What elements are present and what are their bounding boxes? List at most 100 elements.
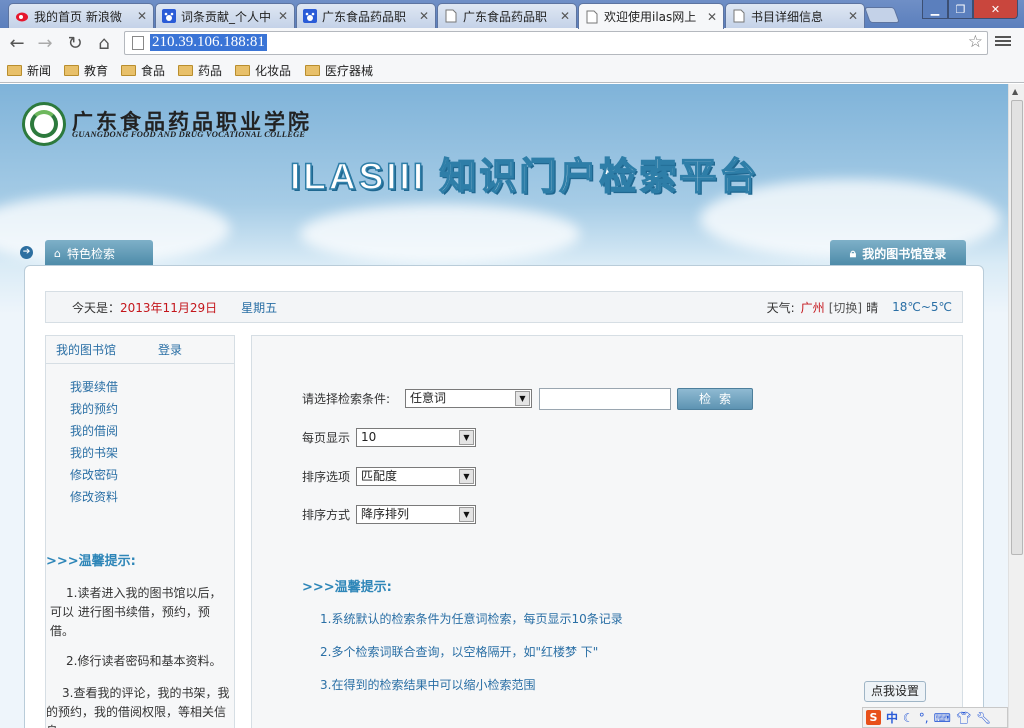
close-icon[interactable]: ✕ [278,9,288,23]
page-icon [444,9,458,23]
close-icon[interactable]: ✕ [707,10,717,24]
search-rule-3: 3.在得到的检索结果中可以缩小检索范围 [320,678,536,692]
folder-icon [64,65,79,76]
tab-college-2[interactable]: 广东食品药品职 ✕ [437,3,577,28]
dropdown-arrow-icon: ▼ [459,430,474,445]
page-icon [732,9,746,23]
bookmark-drugs[interactable]: 药品 [178,62,222,79]
search-input[interactable] [539,388,671,410]
tools-icon[interactable]: 🔧︎ [976,711,991,725]
moon-icon[interactable]: ☾ [903,711,914,725]
maximize-button[interactable]: ❐ [948,0,973,19]
sidebar-tips-title: >>>温馨提示: [46,554,136,569]
tab-special-search[interactable]: ⌂ 特色检索 [45,240,153,266]
reload-icon[interactable]: ↻ [62,28,88,58]
college-name-en: GUANGDONG FOOD AND DRUG VOCATIONAL COLLE… [72,129,306,139]
temperature: 18℃~5℃ [892,300,952,314]
sidebar-tip-2: 2.修行读者密码和基本资料。 [66,654,222,668]
tab-college-1[interactable]: 广东食品药品职 ✕ [296,3,436,28]
tab-book-detail[interactable]: 书目详细信息 ✕ [725,3,865,28]
bookmark-food[interactable]: 食品 [121,62,165,79]
weather-condition: 晴 [866,300,879,315]
link-edit-profile[interactable]: 修改资料 [70,488,118,505]
folder-icon [121,65,136,76]
tab-baike-contrib[interactable]: 词条贡献_个人中 ✕ [155,3,295,28]
tab-ilas-active[interactable]: 欢迎使用ilas网上 ✕ [578,3,724,29]
search-rule-2: 2.多个检索词联合查询，以空格隔开，如"红楼梦 下" [320,645,599,659]
sogou-icon[interactable]: S [866,710,881,725]
my-library-sidebar: 我的图书馆 登录 我要续借 我的预约 我的借阅 我的书架 修改密码 修改资料 >… [45,335,235,728]
close-icon[interactable]: ✕ [419,9,429,23]
keyboard-icon[interactable]: ⌨ [934,711,951,725]
page-viewport: 广东食品药品职业学院 GUANGDONG FOOD AND DRUG VOCAT… [0,84,1008,728]
page-scrollbar[interactable]: ▲ [1008,84,1024,728]
home-icon[interactable]: ⌂ [91,28,117,58]
bookmark-news[interactable]: 新闻 [7,62,51,79]
folder-icon [235,65,250,76]
star-icon[interactable]: ☆ [968,32,983,52]
page-icon [585,10,599,24]
home-icon: ⌂ [54,246,61,260]
arrow-circle-icon: ➔ [20,246,33,259]
link-reservations[interactable]: 我的预约 [70,400,118,417]
link-bookshelf[interactable]: 我的书架 [70,444,118,461]
order-label: 排序方式 [302,508,351,522]
new-tab-button[interactable] [864,7,900,23]
college-logo [22,102,66,146]
url-text[interactable]: 210.39.106.188:81 [150,34,267,51]
switch-city-link[interactable]: [切换] [829,299,862,316]
current-date: 2013年11月29日 [120,300,218,315]
weekday: 星期五 [241,300,278,315]
minimize-button[interactable]: ▁ [922,0,948,19]
close-icon[interactable]: ✕ [560,9,570,23]
ime-settings-button[interactable]: 点我设置 [864,681,926,702]
address-bar[interactable]: 210.39.106.188:81 ☆ [124,31,988,55]
weather-city: 广州 [800,300,825,315]
back-arrow-icon[interactable]: ← [4,28,30,58]
tab-title: 词条贡献_个人中 [181,9,272,24]
nav-row: ➔ ⌂ 特色检索 🔒︎ 我的图书馆登录 [0,240,1008,266]
bookmark-cosmetics[interactable]: 化妆品 [235,62,291,79]
close-window-button[interactable]: ✕ [973,0,1018,19]
search-rule-1: 1.系统默认的检索条件为任意词检索，每页显示10条记录 [320,612,623,626]
tab-weibo[interactable]: 我的首页 新浪微 ✕ [8,3,154,28]
link-change-password[interactable]: 修改密码 [70,466,118,483]
platform-title: ILASIII 知识门户检索平台 [289,155,760,198]
baidu-paw-icon [162,9,176,23]
order-select[interactable]: 降序排列 ▼ [356,505,476,524]
ime-mode[interactable]: 中 [886,709,898,726]
bookmark-medical-devices[interactable]: 医疗器械 [305,62,373,79]
link-renew[interactable]: 我要续借 [70,378,118,395]
sidebar-tip-3: 3.查看我的评论，我的书架，我的预约，我的借阅权限，等相关信息。 [46,686,230,728]
search-button[interactable]: 检索 [677,388,753,410]
sidebar-header: 我的图书馆 登录 [46,336,234,364]
forward-arrow-icon[interactable]: → [32,28,58,58]
scroll-up-icon[interactable]: ▲ [1012,87,1018,96]
sort-label: 排序选项 [302,470,351,484]
link-borrowed[interactable]: 我的借阅 [70,422,118,439]
bookmarks-bar: 新闻 教育 食品 药品 化妆品 医疗器械 [0,58,1024,83]
tab-title: 广东食品药品职 [463,9,548,24]
login-link[interactable]: 登录 [158,341,182,358]
close-icon[interactable]: ✕ [137,9,147,23]
lock-icon: 🔒︎ [849,245,857,260]
perpage-select[interactable]: 10 ▼ [356,428,476,447]
skin-icon[interactable]: 👕︎ [956,711,971,725]
sidebar-tip-1: 1.读者进入我的图书馆以后，可以 进行图书续借，预约，预借。 [50,586,222,638]
ime-toolbar: S 中 ☾ °, ⌨ 👕︎ 🔧︎ [862,707,1008,728]
condition-select[interactable]: 任意词 ▼ [405,389,532,408]
sort-select[interactable]: 匹配度 ▼ [356,467,476,486]
punctuation-icon[interactable]: °, [919,711,929,725]
menu-icon[interactable] [994,34,1012,50]
close-icon[interactable]: ✕ [848,9,858,23]
condition-label: 请选择检索条件: [302,392,391,406]
scroll-thumb[interactable] [1011,100,1023,555]
perpage-label: 每页显示 [302,431,351,445]
tab-title: 书目详细信息 [751,9,824,24]
main-panel: 今天是： 2013年11月29日 星期五 天气: 广州 [切换] 晴 18℃~5… [24,265,984,728]
bookmark-education[interactable]: 教育 [64,62,108,79]
search-tips-title: >>>温馨提示: [302,580,392,595]
my-library-link[interactable]: 我的图书馆 [56,341,116,358]
browser-tab-strip: 我的首页 新浪微 ✕ 词条贡献_个人中 ✕ 广东食品药品职 ✕ 广东食品药品职 … [0,0,1024,29]
library-login-tab[interactable]: 🔒︎ 我的图书馆登录 [830,240,966,266]
